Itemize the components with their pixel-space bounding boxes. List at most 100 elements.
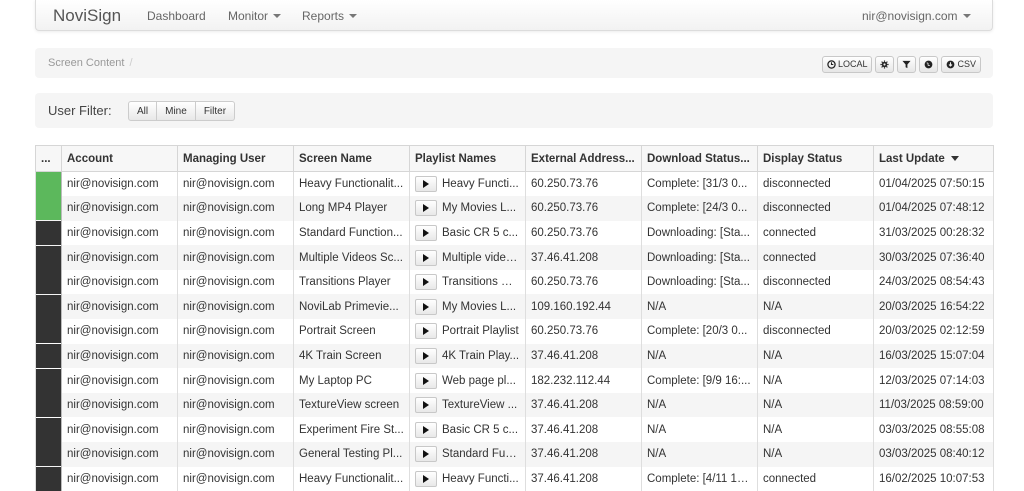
table-row[interactable]: nir@novisign.comnir@novisign.comExperime… — [36, 417, 994, 442]
cell-managing-user: nir@novisign.com — [178, 417, 294, 442]
status-online-indicator — [36, 196, 61, 220]
col-header-download-status[interactable]: Download Status... — [642, 146, 758, 172]
cell-playlist: TextureView ... — [410, 393, 526, 418]
col-header-last-update-label: Last Update — [879, 153, 945, 165]
cell-playlist: Multiple video... — [410, 245, 526, 270]
col-header-external-address[interactable]: External Address... — [526, 146, 642, 172]
play-preview-button[interactable] — [415, 176, 437, 192]
status-offline-indicator — [36, 246, 61, 270]
status-offline-indicator — [36, 221, 61, 245]
nav-monitor[interactable]: Monitor — [228, 9, 281, 23]
play-preview-button[interactable] — [415, 200, 437, 216]
play-icon — [423, 401, 429, 409]
cell-screen-name: Portrait Screen — [294, 319, 410, 344]
playlist-name: Basic CR 5 c... — [442, 227, 518, 239]
table-row[interactable]: nir@novisign.comnir@novisign.com4K Train… — [36, 344, 994, 369]
table-row[interactable]: nir@novisign.comnir@novisign.comMy Lapto… — [36, 368, 994, 393]
chevron-down-icon — [273, 14, 281, 18]
cell-screen-name: Transitions Player — [294, 270, 410, 295]
playlist-name: My Movies L... — [442, 301, 516, 313]
user-menu[interactable]: nir@novisign.com — [862, 9, 971, 23]
cell-managing-user: nir@novisign.com — [178, 442, 294, 467]
table-row[interactable]: nir@novisign.comnir@novisign.comStandard… — [36, 221, 994, 246]
cell-last-update: 03/03/2025 08:40:12 — [874, 442, 994, 467]
status-offline-indicator — [36, 418, 61, 442]
filter-mine-button[interactable]: Mine — [157, 101, 196, 121]
filter-custom-button[interactable]: Filter — [196, 101, 235, 121]
nav-monitor-label: Monitor — [228, 9, 268, 23]
table-row[interactable]: nir@novisign.comnir@novisign.comHeavy Fu… — [36, 172, 994, 197]
play-preview-button[interactable] — [415, 446, 437, 462]
col-header-display-status[interactable]: Display Status — [758, 146, 874, 172]
col-header-last-update[interactable]: Last Update — [874, 146, 994, 172]
table-row[interactable]: nir@novisign.comnir@novisign.comPortrait… — [36, 319, 994, 344]
col-header-playlist-names[interactable]: Playlist Names — [410, 146, 526, 172]
table-row[interactable]: nir@novisign.comnir@novisign.comTransiti… — [36, 270, 994, 295]
cell-download-status: Downloading: [Sta... — [642, 245, 758, 270]
top-navbar: NoviSign Dashboard Monitor Reports nir@n… — [35, 0, 993, 31]
cell-account: nir@novisign.com — [62, 417, 178, 442]
user-filter-group: All Mine Filter — [128, 101, 235, 121]
table-row[interactable]: nir@novisign.comnir@novisign.comNoviLab … — [36, 294, 994, 319]
cell-playlist: Transitions Pl... — [410, 270, 526, 295]
cell-account: nir@novisign.com — [62, 319, 178, 344]
table-row[interactable]: nir@novisign.comnir@novisign.comMultiple… — [36, 245, 994, 270]
cell-screen-name: Experiment Fire St... — [294, 417, 410, 442]
play-preview-button[interactable] — [415, 471, 437, 487]
play-preview-button[interactable] — [415, 274, 437, 290]
cell-status — [36, 245, 62, 270]
play-preview-button[interactable] — [415, 299, 437, 315]
cell-external-address: 37.46.41.208 — [526, 467, 642, 491]
cell-managing-user: nir@novisign.com — [178, 221, 294, 246]
settings-button[interactable] — [875, 56, 894, 73]
col-header-account[interactable]: Account — [62, 146, 178, 172]
play-preview-button[interactable] — [415, 323, 437, 339]
playlist-name: Heavy Functi... — [442, 473, 519, 485]
cell-playlist: Heavy Functi... — [410, 172, 526, 197]
cell-managing-user: nir@novisign.com — [178, 467, 294, 491]
playlist-name: Portrait Playlist — [442, 325, 519, 337]
play-preview-button[interactable] — [415, 397, 437, 413]
play-icon — [423, 180, 429, 188]
cell-download-status: N/A — [642, 442, 758, 467]
playlist-name: My Movies L... — [442, 202, 516, 214]
cell-screen-name: TextureView screen — [294, 393, 410, 418]
globe-icon — [924, 60, 933, 69]
breadcrumb: Screen Content/ — [48, 57, 133, 69]
cell-download-status: Complete: [20/3 0... — [642, 319, 758, 344]
cell-playlist: Web page pl... — [410, 368, 526, 393]
playlist-name: Heavy Functi... — [442, 178, 519, 190]
col-header-status[interactable]: ... — [36, 146, 62, 172]
table-body: nir@novisign.comnir@novisign.comHeavy Fu… — [36, 172, 994, 491]
play-preview-button[interactable] — [415, 373, 437, 389]
globe-button[interactable] — [919, 56, 938, 73]
table-row[interactable]: nir@novisign.comnir@novisign.comLong MP4… — [36, 196, 994, 221]
playlist-name: Basic CR 5 c... — [442, 424, 518, 436]
col-header-screen-name[interactable]: Screen Name — [294, 146, 410, 172]
status-offline-indicator — [36, 442, 61, 466]
cell-external-address: 37.46.41.208 — [526, 344, 642, 369]
play-preview-button[interactable] — [415, 422, 437, 438]
filter-all-button[interactable]: All — [128, 101, 157, 121]
cell-account: nir@novisign.com — [62, 393, 178, 418]
csv-export-button[interactable]: CSV — [941, 56, 981, 73]
cell-playlist: Standard Fun... — [410, 442, 526, 467]
cell-status — [36, 270, 62, 295]
play-preview-button[interactable] — [415, 348, 437, 364]
local-time-button[interactable]: LOCAL — [822, 56, 873, 73]
table-row[interactable]: nir@novisign.comnir@novisign.comTextureV… — [36, 393, 994, 418]
cell-download-status: Complete: [4/11 15... — [642, 467, 758, 491]
table-row[interactable]: nir@novisign.comnir@novisign.comGeneral … — [36, 442, 994, 467]
cell-last-update: 12/03/2025 07:14:03 — [874, 368, 994, 393]
play-icon — [423, 377, 429, 385]
brand-logo[interactable]: NoviSign — [53, 6, 121, 26]
table-row[interactable]: nir@novisign.comnir@novisign.comHeavy Fu… — [36, 467, 994, 491]
cell-managing-user: nir@novisign.com — [178, 344, 294, 369]
play-preview-button[interactable] — [415, 250, 437, 266]
playlist-name: Multiple video... — [442, 252, 522, 264]
play-preview-button[interactable] — [415, 225, 437, 241]
nav-reports[interactable]: Reports — [302, 9, 357, 23]
filter-button[interactable] — [897, 56, 916, 73]
col-header-managing-user[interactable]: Managing User — [178, 146, 294, 172]
nav-dashboard[interactable]: Dashboard — [147, 9, 206, 23]
